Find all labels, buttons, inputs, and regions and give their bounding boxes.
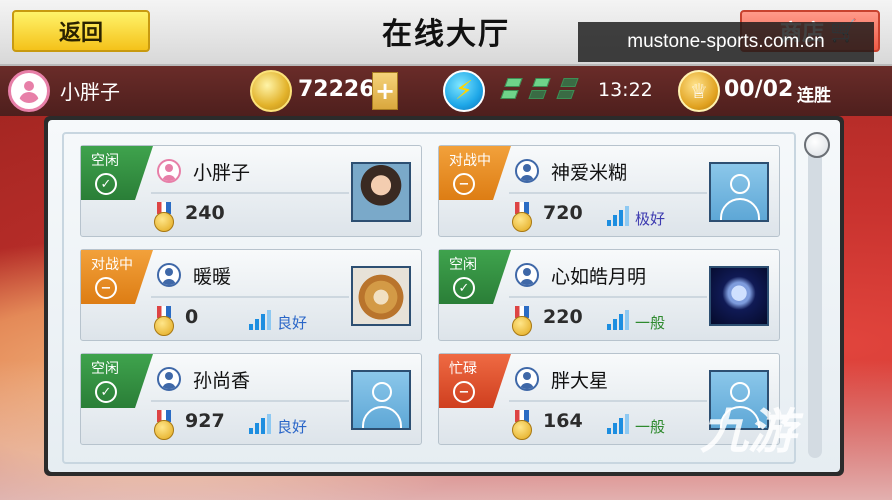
crown-icon: ♕	[678, 70, 720, 112]
player-score: 720	[543, 202, 583, 224]
status-badge: 对战中 −	[81, 250, 153, 304]
player-photo	[709, 266, 769, 326]
energy-cell	[556, 90, 575, 99]
energy-cell	[500, 90, 519, 99]
status-label: 空闲	[91, 361, 119, 377]
player-card-name: 小胖子	[193, 162, 251, 184]
medal-icon	[153, 202, 175, 232]
signal-label: 良好	[277, 418, 308, 436]
status-badge: 对战中 −	[439, 146, 511, 200]
add-coins-button[interactable]: +	[372, 72, 398, 110]
signal-label: 极好	[635, 210, 666, 228]
user-icon	[157, 159, 181, 183]
corner-logo: 九游	[700, 406, 797, 459]
win-streak-count: 00/02	[724, 77, 794, 102]
user-icon	[515, 367, 539, 391]
watermark: mustone-sports.com.cn	[578, 22, 874, 62]
status-badge: 空闲 ✓	[81, 354, 153, 408]
medal-icon	[511, 202, 533, 232]
player-photo	[351, 266, 411, 326]
player-photo	[351, 370, 411, 430]
status-label: 忙碌	[449, 361, 477, 377]
player-card-name: 孙尚香	[193, 370, 251, 392]
minus-icon: −	[95, 277, 117, 299]
status-badge: 忙碌 −	[439, 354, 511, 408]
player-card-name: 心如皓月明	[551, 266, 647, 288]
energy-cell	[528, 90, 547, 99]
energy-meter	[498, 78, 588, 102]
check-icon: ✓	[95, 381, 117, 403]
page-title: 在线大厅	[382, 17, 510, 52]
status-label: 空闲	[91, 153, 119, 169]
signal-icon	[249, 310, 271, 330]
coin-count: 72226	[298, 77, 375, 102]
player-card-name: 胖大星	[551, 370, 609, 392]
energy-cell	[560, 78, 579, 87]
player-score: 240	[185, 202, 225, 224]
player-score: 164	[543, 410, 583, 432]
win-streak-label: 连胜	[797, 86, 831, 106]
scrollbar-handle[interactable]	[804, 132, 830, 158]
energy-timer: 13:22	[598, 79, 653, 101]
signal-label: 一般	[635, 314, 666, 332]
player-photo	[351, 162, 411, 222]
status-label: 对战中	[449, 153, 491, 169]
player-avatar-icon[interactable]	[8, 70, 50, 112]
player-card-name: 神爱米糊	[551, 162, 628, 184]
signal-icon	[249, 414, 271, 434]
check-icon: ✓	[453, 277, 475, 299]
status-badge: 空闲 ✓	[439, 250, 511, 304]
user-icon	[157, 367, 181, 391]
status-label: 空闲	[449, 257, 477, 273]
signal-label: 良好	[277, 314, 308, 332]
medal-icon	[511, 306, 533, 336]
player-photo	[709, 162, 769, 222]
minus-icon: −	[453, 381, 475, 403]
player-name: 小胖子	[60, 80, 120, 104]
medal-icon	[153, 306, 175, 336]
lightning-icon: ⚡	[443, 70, 485, 112]
signal-label: 一般	[635, 418, 666, 436]
player-card[interactable]: 空闲 ✓ 心如皓月明 220 一般	[438, 249, 780, 341]
status-badge: 空闲 ✓	[81, 146, 153, 200]
player-card[interactable]: 对战中 − 神爱米糊 720 极好	[438, 145, 780, 237]
energy-cell	[504, 78, 523, 87]
user-icon	[515, 159, 539, 183]
user-icon	[515, 263, 539, 287]
check-icon: ✓	[95, 173, 117, 195]
medal-icon	[153, 410, 175, 440]
user-icon	[157, 263, 181, 287]
status-label: 对战中	[91, 257, 133, 273]
player-card[interactable]: 对战中 − 暖暖 0 良好	[80, 249, 422, 341]
signal-icon	[607, 206, 629, 226]
player-score: 0	[185, 306, 199, 328]
coin-icon	[250, 70, 292, 112]
signal-icon	[607, 310, 629, 330]
player-score: 220	[543, 306, 583, 328]
player-score: 927	[185, 410, 225, 432]
minus-icon: −	[453, 173, 475, 195]
player-card[interactable]: 空闲 ✓ 孙尚香 927 良好	[80, 353, 422, 445]
player-card-name: 暖暖	[193, 266, 232, 288]
player-card[interactable]: 空闲 ✓ 小胖子 240	[80, 145, 422, 237]
signal-icon	[607, 414, 629, 434]
back-button[interactable]: 返回	[12, 10, 150, 52]
energy-cell	[532, 78, 551, 87]
medal-icon	[511, 410, 533, 440]
